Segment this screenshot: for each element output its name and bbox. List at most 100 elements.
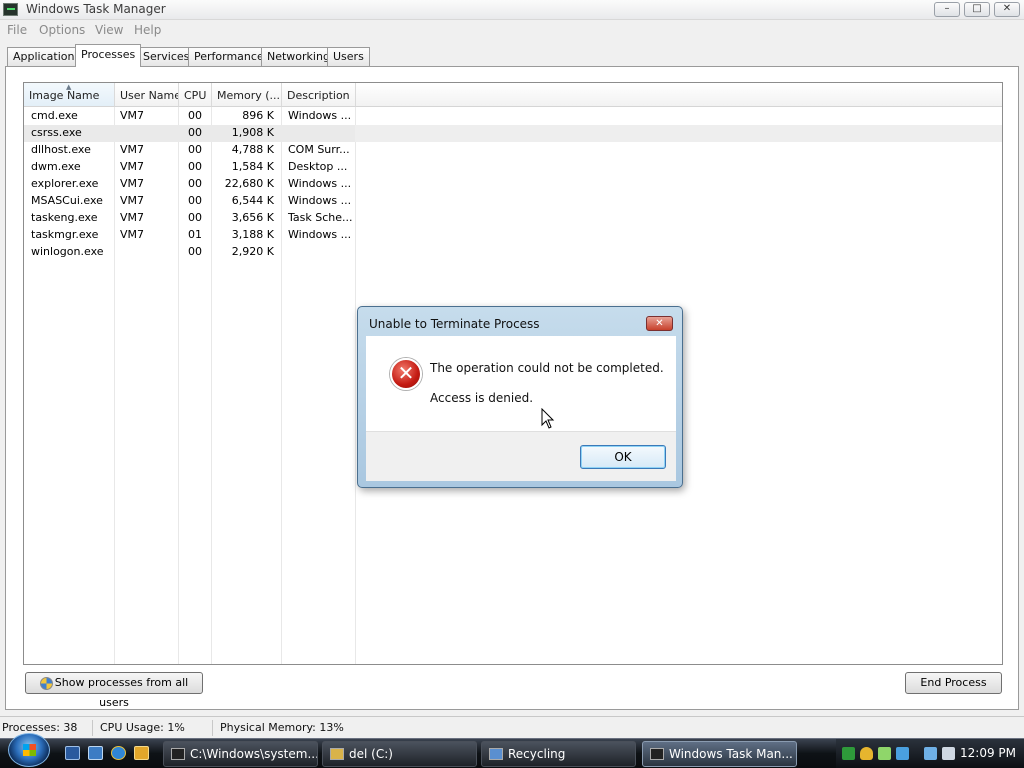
cell-memory: 6,544 K	[231, 194, 274, 207]
cell-image-name: dllhost.exe	[31, 143, 91, 156]
security-shield-icon[interactable]	[860, 747, 873, 760]
cell-description: Task Sche...	[288, 211, 353, 224]
close-button[interactable]: ✕	[994, 2, 1020, 17]
table-row[interactable]: winlogon.exe 00 2,920 K	[24, 244, 1002, 261]
column-header-cpu[interactable]: CPU	[179, 83, 212, 107]
end-process-button[interactable]: End Process	[905, 672, 1002, 694]
tab-performance[interactable]: Performance	[188, 47, 270, 66]
cell-cpu: 00	[188, 245, 202, 258]
defender-icon[interactable]	[878, 747, 891, 760]
table-row[interactable]: dwm.exe VM7 00 1,584 K Desktop ...	[24, 159, 1002, 176]
media-player-icon[interactable]	[134, 746, 149, 760]
cell-memory: 3,656 K	[231, 211, 274, 224]
column-header-user-name[interactable]: User Name	[115, 83, 179, 107]
menu-options[interactable]: Options	[39, 23, 85, 37]
cell-image-name: cmd.exe	[31, 109, 78, 122]
cell-image-name: csrss.exe	[31, 126, 82, 139]
task-manager-tray-icon[interactable]	[842, 747, 855, 760]
window-icon	[489, 748, 503, 760]
table-row[interactable]: explorer.exe VM7 00 22,680 K Windows ...	[24, 176, 1002, 193]
process-rows: cmd.exe VM7 00 896 K Windows ... csrss.exe 00 1…	[24, 108, 1002, 261]
table-row[interactable]: taskmgr.exe VM7 01 3,188 K Windows ...	[24, 227, 1002, 244]
cell-description: Windows ...	[288, 109, 352, 122]
minimize-button[interactable]: –	[934, 2, 960, 17]
cell-description: COM Surr...	[288, 143, 350, 156]
tab-services[interactable]: Services	[137, 47, 196, 66]
cell-user-name: VM7	[120, 228, 145, 241]
task-manager-icon	[650, 748, 664, 760]
cell-memory: 4,788 K	[231, 143, 274, 156]
dialog-detail: Access is denied.	[430, 391, 534, 405]
cell-image-name: winlogon.exe	[31, 245, 104, 258]
taskbar-item-label: C:\Windows\system...	[190, 747, 318, 761]
menu-file[interactable]: File	[7, 23, 27, 37]
column-header-description[interactable]: Description	[282, 83, 356, 107]
show-all-users-button[interactable]: Show processes from all users	[25, 672, 203, 709]
column-header-filler	[356, 83, 1002, 107]
cell-cpu: 01	[188, 228, 202, 241]
table-row[interactable]: taskeng.exe VM7 00 3,656 K Task Sche...	[24, 210, 1002, 227]
cell-description: Windows ...	[288, 177, 352, 190]
menu-help[interactable]: Help	[134, 23, 161, 37]
cell-cpu: 00	[188, 194, 202, 207]
status-processes: Processes: 38	[2, 721, 78, 734]
dialog-title: Unable to Terminate Process	[369, 317, 540, 331]
taskbar-item-explorer[interactable]: del (C:)	[322, 741, 477, 767]
column-header-memory[interactable]: Memory (...	[212, 83, 282, 107]
taskbar-item-command-prompt[interactable]: C:\Windows\system...	[163, 741, 318, 767]
cell-user-name: VM7	[120, 211, 145, 224]
cell-image-name: taskmgr.exe	[31, 228, 99, 241]
table-row[interactable]: csrss.exe 00 1,908 K	[24, 125, 1002, 142]
network-icon[interactable]	[896, 747, 909, 760]
maximize-button[interactable]: □	[964, 2, 990, 17]
network-connection-icon[interactable]	[924, 747, 937, 760]
cell-description: Windows ...	[288, 228, 352, 241]
internet-explorer-icon[interactable]	[111, 746, 126, 760]
cell-cpu: 00	[188, 109, 202, 122]
status-physical-memory: Physical Memory: 13%	[220, 721, 344, 734]
table-row[interactable]: dllhost.exe VM7 00 4,788 K COM Surr...	[24, 142, 1002, 159]
tab-networking[interactable]: Networking	[261, 47, 336, 66]
cell-description: Windows ...	[288, 194, 352, 207]
table-row[interactable]: MSASCui.exe VM7 00 6,544 K Windows ...	[24, 193, 1002, 210]
dialog-footer: OK	[366, 431, 676, 481]
cell-memory: 1,584 K	[231, 160, 274, 173]
status-separator	[212, 720, 213, 736]
cell-memory: 1,908 K	[231, 126, 274, 139]
start-button[interactable]	[8, 733, 50, 767]
switch-windows-icon[interactable]	[88, 746, 103, 760]
status-separator	[92, 720, 93, 736]
cell-user-name: VM7	[120, 177, 145, 190]
window-title: Windows Task Manager	[26, 2, 166, 16]
mouse-cursor-icon	[541, 408, 555, 429]
cell-cpu: 00	[188, 126, 202, 139]
table-row[interactable]: cmd.exe VM7 00 896 K Windows ...	[24, 108, 1002, 125]
cell-memory: 22,680 K	[224, 177, 274, 190]
cell-memory: 896 K	[242, 109, 274, 122]
cell-cpu: 00	[188, 143, 202, 156]
cell-user-name: VM7	[120, 143, 145, 156]
taskbar-clock[interactable]: 12:09 PM	[960, 746, 1016, 760]
tab-users[interactable]: Users	[327, 47, 370, 66]
command-prompt-icon	[171, 748, 185, 760]
menu-bar: File Options View Help	[0, 20, 1024, 40]
uac-shield-icon	[39, 676, 53, 690]
menu-view[interactable]: View	[95, 23, 123, 37]
sort-ascending-icon: ▲	[66, 83, 72, 91]
cell-description: Desktop ...	[288, 160, 348, 173]
cell-user-name: VM7	[120, 194, 145, 207]
title-bar: Windows Task Manager – □ ✕	[0, 0, 1024, 20]
volume-muted-icon[interactable]	[942, 747, 955, 760]
taskbar-item-recycling[interactable]: Recycling	[481, 741, 636, 767]
ok-button[interactable]: OK	[580, 445, 666, 469]
tab-processes[interactable]: Processes	[75, 44, 142, 67]
cell-user-name: VM7	[120, 109, 145, 122]
dialog-body: ✕ The operation could not be completed. …	[366, 336, 676, 431]
taskbar-item-label: Windows Task Man...	[669, 747, 793, 761]
cell-image-name: taskeng.exe	[31, 211, 98, 224]
cell-user-name: VM7	[120, 160, 145, 173]
show-desktop-icon[interactable]	[65, 746, 80, 760]
dialog-close-button[interactable]: ✕	[646, 316, 673, 331]
cell-memory: 3,188 K	[231, 228, 274, 241]
taskbar-item-task-manager[interactable]: Windows Task Man...	[642, 741, 797, 767]
